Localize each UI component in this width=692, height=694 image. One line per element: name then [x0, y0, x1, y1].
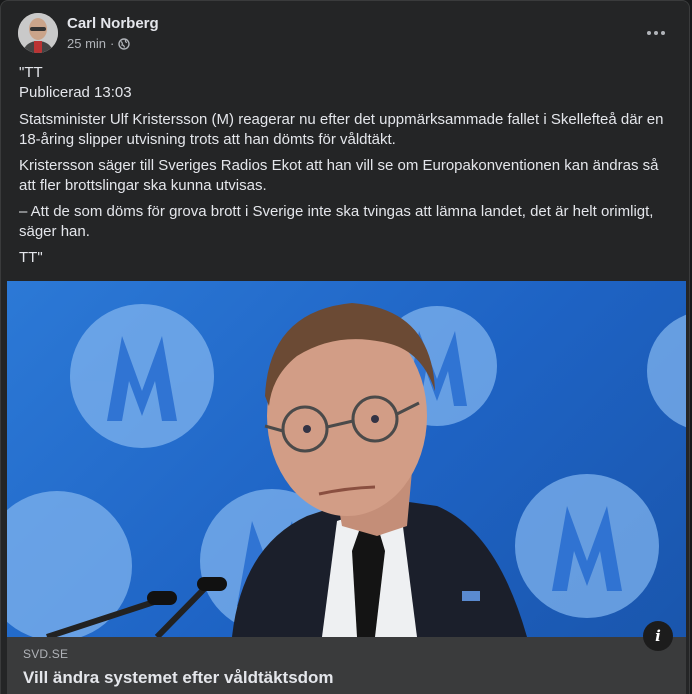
- post-paragraph: TT": [19, 249, 43, 266]
- post-paragraph: Statsminister Ulf Kristersson (M) reager…: [19, 111, 664, 148]
- author-avatar[interactable]: [18, 13, 58, 53]
- link-preview[interactable]: SVD.SE Vill ändra systemet efter våldtäk…: [7, 637, 686, 694]
- post-paragraph: – Att de som döms för grova brott i Sver…: [19, 203, 654, 240]
- post-paragraph: Kristersson säger till Sveriges Radios E…: [19, 157, 659, 194]
- link-preview-image[interactable]: [7, 281, 686, 637]
- author-name[interactable]: Carl Norberg: [67, 15, 159, 32]
- post-paragraph: Publicerad 13:03: [19, 84, 132, 101]
- info-icon[interactable]: i: [643, 621, 673, 651]
- link-domain: SVD.SE: [23, 647, 69, 661]
- globe-icon[interactable]: [118, 37, 131, 50]
- avatar-image: [18, 13, 58, 53]
- post-time[interactable]: 25 min: [67, 36, 106, 51]
- more-options-icon[interactable]: [640, 17, 672, 49]
- post-card: Carl Norberg 25 min · "TT Publicerad 13:…: [0, 0, 690, 694]
- post-paragraph: "TT: [19, 64, 43, 81]
- post-meta: 25 min ·: [67, 36, 131, 51]
- photo-illustration: [7, 303, 686, 637]
- post-text: "TT Publicerad 13:03 Statsminister Ulf K…: [19, 63, 673, 274]
- link-title[interactable]: Vill ändra systemet efter våldtäktsdom: [23, 668, 334, 688]
- post-header: Carl Norberg 25 min ·: [18, 13, 678, 53]
- meta-separator: ·: [110, 36, 115, 51]
